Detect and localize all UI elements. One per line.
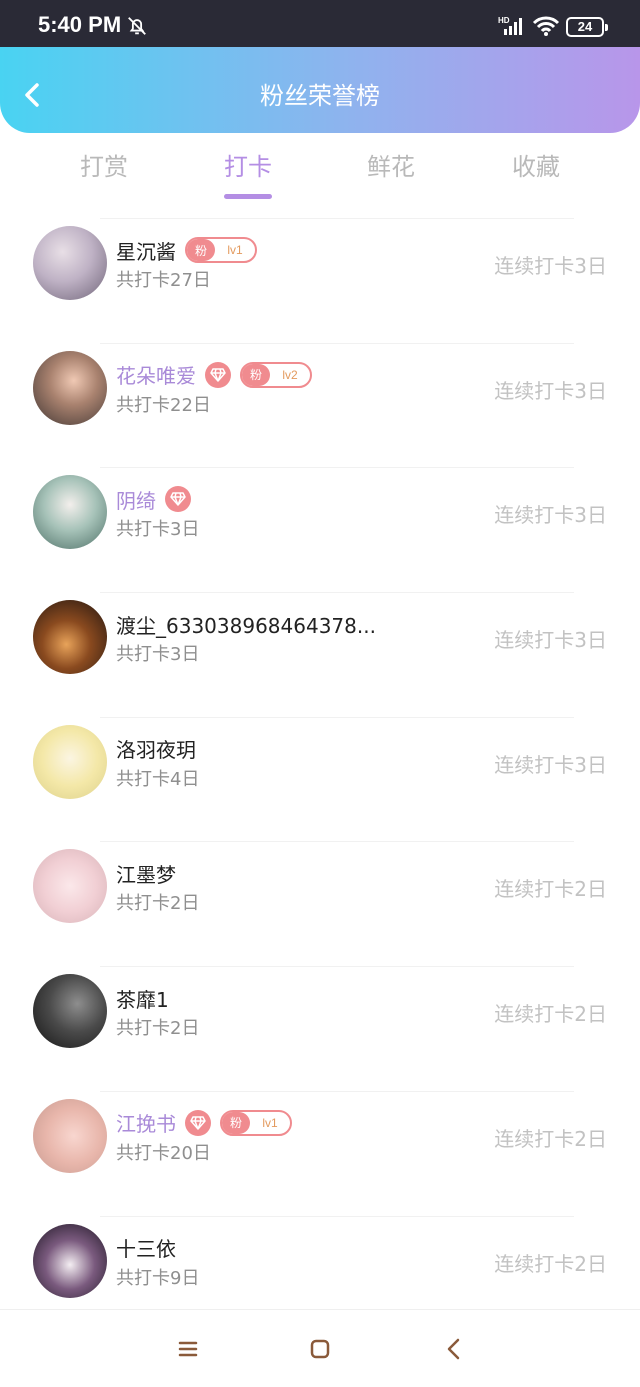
menu-icon[interactable] <box>175 1336 201 1362</box>
user-name[interactable]: 花朵唯爱 <box>116 360 196 389</box>
avatar[interactable] <box>33 600 107 675</box>
avatar[interactable] <box>33 350 107 425</box>
divider <box>100 716 574 718</box>
total-checkins: 共打卡9日 <box>116 1267 200 1289</box>
diamond-icon <box>205 361 231 388</box>
list-item[interactable]: 花朵唯爱 粉 lv2 共打卡22日 连续打卡3日 <box>0 342 640 468</box>
avatar[interactable] <box>33 475 107 550</box>
total-checkins: 共打卡20日 <box>116 1142 211 1164</box>
streak-checkins: 连续打卡2日 <box>494 877 607 902</box>
home-icon[interactable] <box>307 1336 333 1362</box>
streak-checkins: 连续打卡3日 <box>494 628 607 653</box>
tab-reward[interactable]: 打赏 <box>54 148 154 186</box>
system-nav-bar <box>0 1309 640 1387</box>
avatar[interactable] <box>33 724 107 799</box>
avatar[interactable] <box>33 1223 107 1298</box>
tab-favorites[interactable]: 收藏 <box>486 148 586 186</box>
divider <box>100 467 574 469</box>
total-checkins: 共打卡4日 <box>116 768 200 790</box>
fan-level-badge: 粉 lv1 <box>220 1109 292 1136</box>
tab-active-indicator <box>224 194 272 199</box>
streak-checkins: 连续打卡3日 <box>494 503 607 528</box>
svg-text:HD: HD <box>498 16 510 25</box>
avatar[interactable] <box>33 849 107 924</box>
total-checkins: 共打卡2日 <box>116 893 200 915</box>
avatar[interactable] <box>33 1098 107 1173</box>
fan-tag: 粉 <box>187 239 215 261</box>
divider <box>100 592 574 594</box>
list-item[interactable]: 茶靡1 共打卡2日 连续打卡2日 <box>0 966 640 1091</box>
user-name[interactable]: 洛羽夜玥 <box>116 734 196 763</box>
wifi-icon <box>532 16 560 36</box>
user-name[interactable]: 茶靡1 <box>116 984 169 1013</box>
bell-off-icon <box>128 17 146 35</box>
fan-level-badge: 粉 lv1 <box>185 237 257 263</box>
divider <box>100 841 574 843</box>
streak-checkins: 连续打卡2日 <box>494 1002 607 1027</box>
list-item[interactable]: 江墨梦 共打卡2日 连续打卡2日 <box>0 841 640 966</box>
tab-checkin-label: 打卡 <box>224 153 272 181</box>
streak-checkins: 连续打卡3日 <box>494 254 607 278</box>
user-name[interactable]: 江挽书 <box>116 1108 176 1137</box>
divider <box>100 1090 574 1092</box>
streak-checkins: 连续打卡3日 <box>494 752 607 777</box>
divider <box>100 218 574 219</box>
fan-tag: 粉 <box>222 1111 250 1134</box>
tab-flowers[interactable]: 鲜花 <box>341 148 441 186</box>
streak-checkins: 连续打卡3日 <box>494 378 607 403</box>
total-checkins: 共打卡22日 <box>116 394 211 416</box>
user-name[interactable]: 阴绮 <box>116 485 156 514</box>
user-name[interactable]: 十三依 <box>116 1233 176 1262</box>
tab-bar: 打赏 打卡 鲜花 收藏 <box>0 148 640 204</box>
list-item[interactable]: 渡尘_633038968464378... 共打卡3日 连续打卡3日 <box>0 592 640 717</box>
status-time: 5:40 PM <box>38 12 122 37</box>
list-item[interactable]: 洛羽夜玥 共打卡4日 连续打卡3日 <box>0 716 640 842</box>
diamond-icon <box>165 486 191 513</box>
divider <box>100 966 574 968</box>
total-checkins: 共打卡3日 <box>116 644 200 666</box>
list-item[interactable]: 星沉酱 粉 lv1 共打卡27日 连续打卡3日 <box>0 218 640 343</box>
list-item[interactable]: 江挽书 粉 lv1 共打卡20日 连续打卡2日 <box>0 1090 640 1216</box>
total-checkins: 共打卡2日 <box>116 1018 200 1040</box>
divider <box>100 342 574 344</box>
status-bar: 5:40 PM HD 24 <box>0 0 640 47</box>
battery-indicator: 24 <box>566 17 608 37</box>
fan-tag: 粉 <box>242 363 270 386</box>
user-name[interactable]: 江墨梦 <box>116 859 176 888</box>
tab-checkin[interactable]: 打卡 <box>198 148 298 199</box>
user-name[interactable]: 星沉酱 <box>116 236 176 265</box>
total-checkins: 共打卡27日 <box>116 270 211 291</box>
header-bar: 5:40 PM HD 24 粉丝荣誉榜 <box>0 0 640 133</box>
fan-level: lv1 <box>227 243 243 257</box>
fan-list: 星沉酱 粉 lv1 共打卡27日 连续打卡3日 花朵唯爱 粉 lv2 共打卡22… <box>0 218 640 1340</box>
total-checkins: 共打卡3日 <box>116 519 200 541</box>
list-item[interactable]: 阴绮 共打卡3日 连续打卡3日 <box>0 467 640 592</box>
fan-level: lv2 <box>282 367 298 382</box>
diamond-icon <box>185 1109 211 1136</box>
page-title: 粉丝荣誉榜 <box>260 82 380 110</box>
divider <box>100 1215 574 1217</box>
streak-checkins: 连续打卡2日 <box>494 1126 607 1151</box>
streak-checkins: 连续打卡2日 <box>494 1251 607 1276</box>
avatar[interactable] <box>33 226 107 300</box>
signal-icon: HD <box>498 16 522 35</box>
back-icon[interactable] <box>441 1336 467 1362</box>
fan-level-badge: 粉 lv2 <box>240 361 312 388</box>
fan-level: lv1 <box>262 1115 278 1130</box>
avatar[interactable] <box>33 974 107 1049</box>
user-name[interactable]: 渡尘_633038968464378... <box>116 610 376 639</box>
